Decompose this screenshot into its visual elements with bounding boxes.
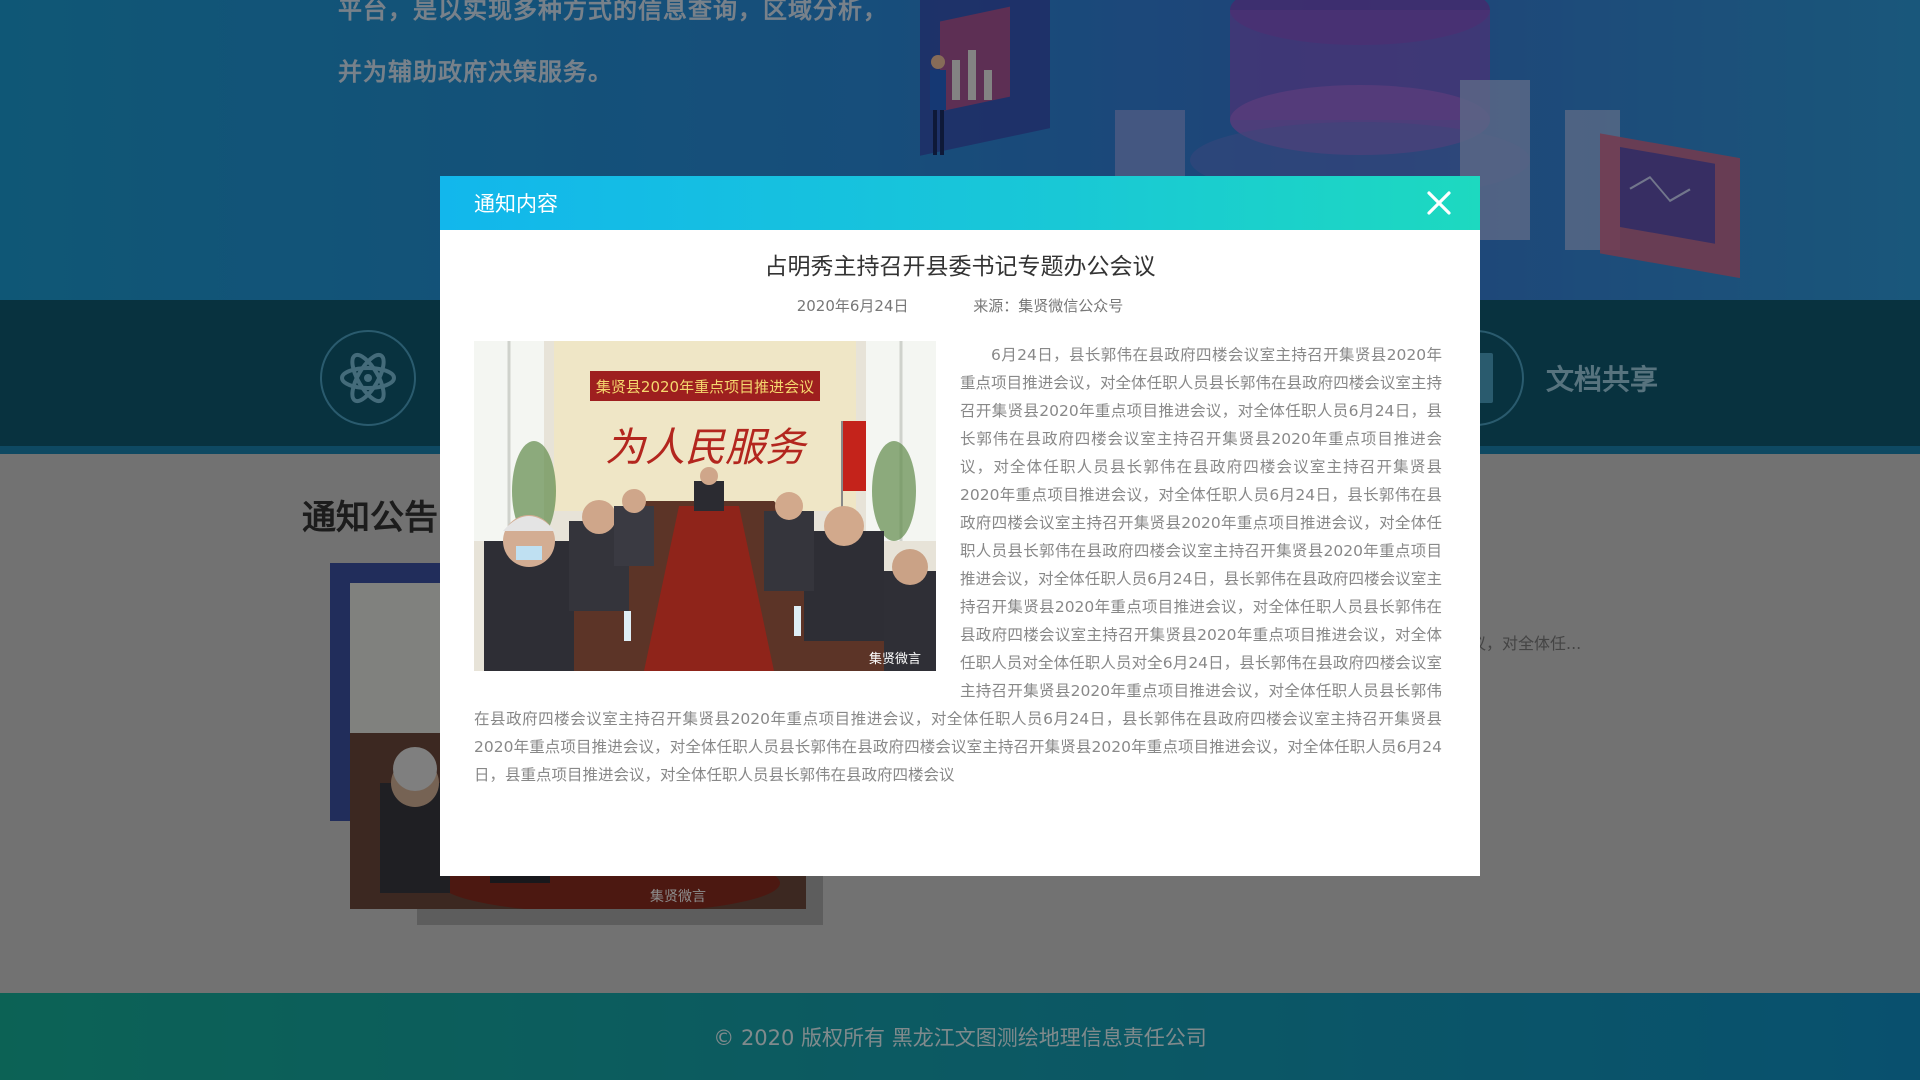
notice-modal: 通知内容 占明秀主持召开县委书记专题办公会议 2020年6月24日 来源：集贤微… [440,176,1480,876]
image-banner-text: 集贤县2020年重点项目推进会议 [596,378,814,396]
article-source: 来源：集贤微信公众号 [973,297,1124,315]
modal-title: 通知内容 [474,192,558,216]
article-photo[interactable]: 集贤县2020年重点项目推进会议 为人民服务 集贤微言 [474,341,936,671]
article-date: 2020年6月24日 [796,297,909,315]
close-icon[interactable] [1424,188,1454,218]
photo-watermark: 集贤微言 [869,651,921,667]
article-title: 占明秀主持召开县委书记专题办公会议 [764,254,1156,280]
article-meta: 2020年6月24日 来源：集贤微信公众号 [440,295,1480,316]
article-body: 集贤县2020年重点项目推进会议 为人民服务 集贤微言 6月24日，县长郭伟在县… [474,341,1442,789]
image-slogan-text: 为人民服务 [605,425,808,471]
modal-header: 通知内容 [440,176,1480,230]
